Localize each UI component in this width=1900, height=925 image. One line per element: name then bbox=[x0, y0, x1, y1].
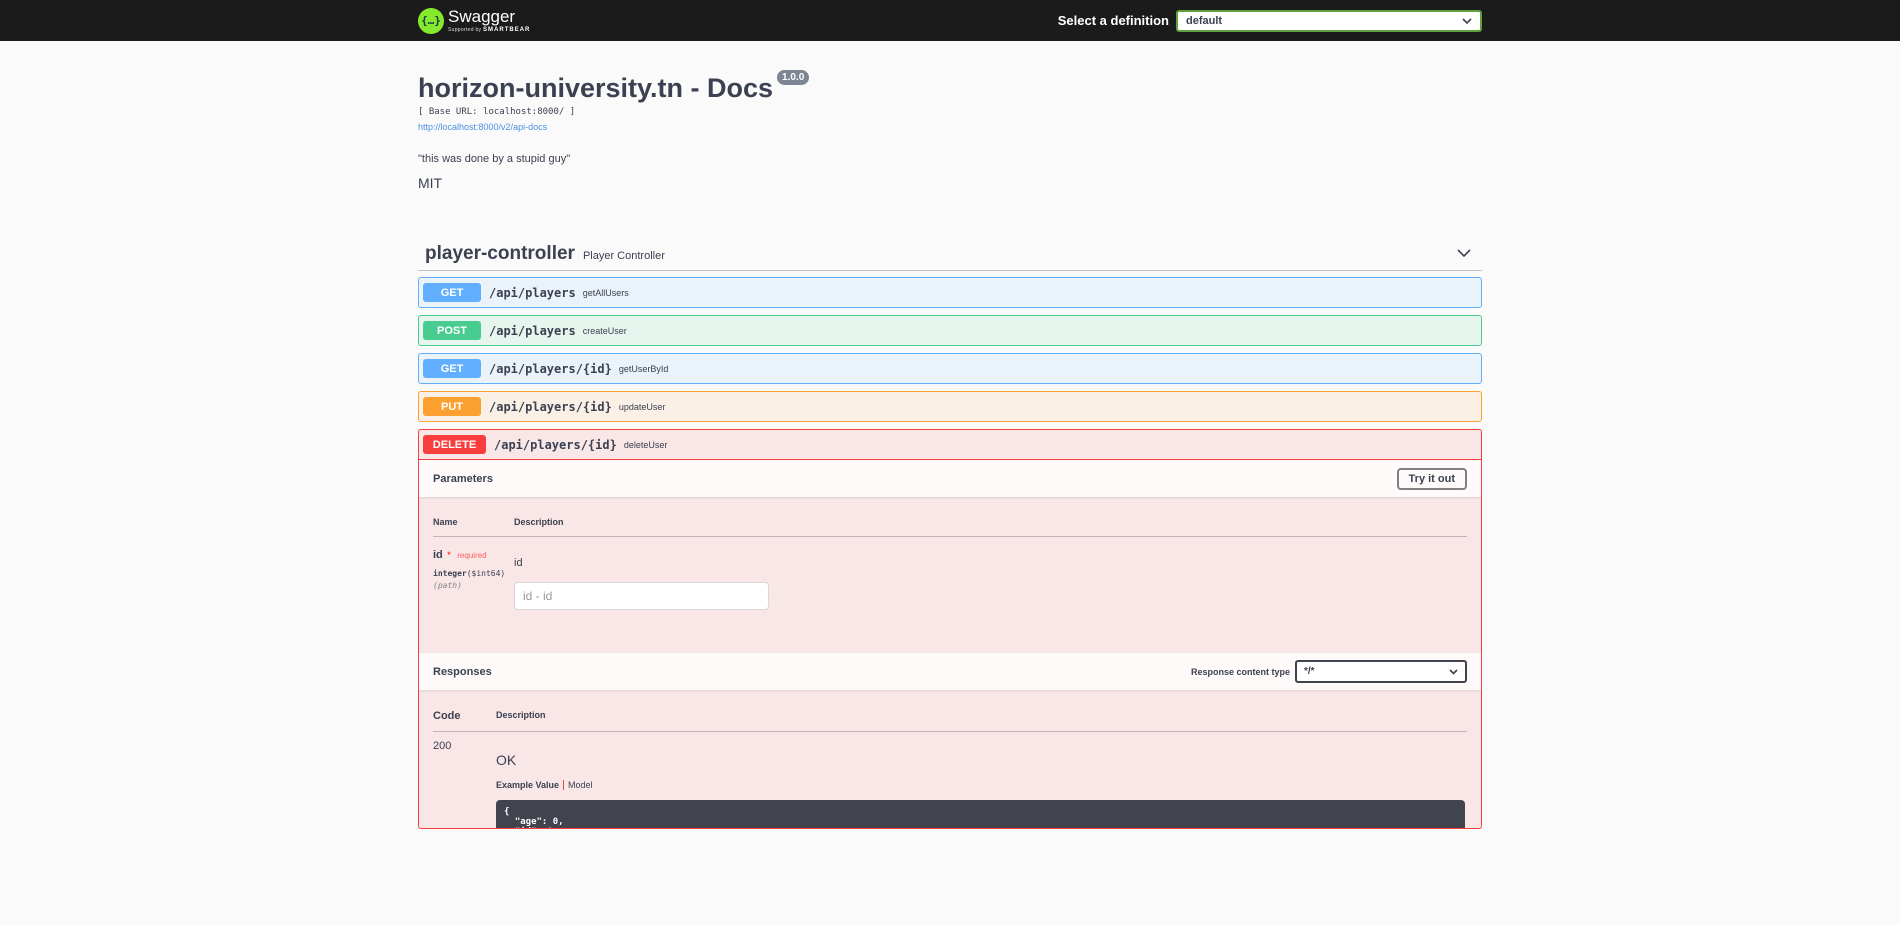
operation-put-player[interactable]: PUT /api/players/{id} updateUser bbox=[418, 391, 1482, 423]
parameters-table: Name Description id * required integer($… bbox=[419, 497, 1481, 653]
page-title: horizon-university.tn - Docs bbox=[418, 73, 774, 103]
operation-id: getAllUsers bbox=[582, 287, 629, 298]
definition-label: Select a definition bbox=[1057, 13, 1169, 28]
collapse-arrow-icon[interactable] bbox=[1457, 249, 1471, 258]
operation-path: /api/players bbox=[489, 285, 576, 300]
chevron-down-icon bbox=[1449, 668, 1458, 675]
responses-header: Responses Response content type */* bbox=[419, 653, 1481, 691]
tag-header-player-controller[interactable]: player-controller Player Controller bbox=[418, 237, 1482, 272]
method-badge: PUT bbox=[423, 397, 481, 417]
tag-description: Player Controller bbox=[582, 249, 665, 262]
operation-id: createUser bbox=[582, 325, 627, 336]
chevron-down-icon bbox=[1462, 17, 1472, 24]
method-badge: GET bbox=[423, 283, 481, 303]
logo-title: Swagger bbox=[448, 7, 516, 26]
logo-subtitle: Supported by SMARTBEAR bbox=[448, 27, 531, 33]
required-label: required bbox=[457, 551, 487, 561]
tab-example-value[interactable]: Example Value bbox=[496, 780, 559, 790]
content-type-select[interactable]: */* bbox=[1295, 660, 1467, 684]
operation-path: /api/players bbox=[489, 323, 576, 338]
example-json-block: { "age": 0, "id": 0, "name": "string" } bbox=[496, 800, 1465, 829]
try-it-out-button[interactable]: Try it out bbox=[1396, 467, 1467, 490]
responses-title: Responses bbox=[433, 665, 492, 678]
responses-table: Code Description 200 OK Example Value Mo… bbox=[419, 690, 1481, 829]
parameter-row: id * required integer($int64) (path) id bbox=[433, 545, 1467, 611]
base-url: [ Base URL: localhost:8000/ ] bbox=[418, 107, 576, 118]
column-header-description: Description bbox=[514, 517, 564, 528]
operation-id: deleteUser bbox=[623, 439, 668, 450]
param-format: ($int64) bbox=[466, 569, 506, 579]
operation-get-player-by-id[interactable]: GET /api/players/{id} getUserById bbox=[418, 353, 1482, 385]
api-info: horizon-university.tn - Docs 1.0.0 [ Bas… bbox=[418, 41, 1482, 191]
operation-path: /api/players/{id} bbox=[489, 361, 612, 376]
method-badge: GET bbox=[423, 359, 481, 379]
top-bar: {…} Swagger Supported by SMARTBEAR Selec… bbox=[0, 0, 1900, 41]
definition-select-value: default bbox=[1186, 14, 1223, 27]
param-in: (path) bbox=[433, 581, 462, 591]
operation-post-players[interactable]: POST /api/players createUser bbox=[418, 315, 1482, 347]
param-description: id bbox=[514, 557, 523, 570]
method-badge: DELETE bbox=[423, 435, 486, 455]
tab-divider bbox=[563, 780, 565, 791]
parameters-header: Parameters Try it out bbox=[419, 460, 1481, 498]
response-row: 200 OK Example Value Model { "age": 0, "… bbox=[433, 740, 1467, 829]
param-name: id bbox=[433, 549, 443, 562]
column-header-response-description: Description bbox=[496, 710, 546, 721]
version-badge: 1.0.0 bbox=[777, 70, 810, 85]
response-code: 200 bbox=[433, 740, 452, 753]
param-type: integer($int64) bbox=[433, 569, 506, 579]
column-header-name: Name bbox=[433, 517, 458, 528]
operation-get-players[interactable]: GET /api/players getAllUsers bbox=[418, 277, 1482, 309]
api-description: "this was done by a stupid guy" bbox=[418, 153, 571, 166]
response-description: OK bbox=[496, 752, 517, 769]
parameters-title: Parameters bbox=[433, 472, 493, 485]
swagger-logo[interactable]: {…} Swagger Supported by SMARTBEAR bbox=[418, 7, 531, 34]
required-star: * bbox=[447, 550, 451, 561]
tag-name: player-controller bbox=[425, 242, 575, 264]
operation-id: updateUser bbox=[618, 401, 666, 412]
swagger-logo-icon: {…} bbox=[418, 7, 444, 34]
api-docs-link[interactable]: http://localhost:8000/v2/api-docs bbox=[418, 122, 547, 132]
license-link[interactable]: MIT bbox=[418, 175, 1482, 191]
definition-select[interactable]: default bbox=[1176, 9, 1482, 32]
operation-delete-summary[interactable]: DELETE /api/players/{id} deleteUser bbox=[419, 430, 1481, 461]
id-input[interactable] bbox=[514, 582, 769, 611]
column-header-code: Code bbox=[433, 710, 461, 723]
operation-id: getUserById bbox=[618, 363, 669, 374]
content-type-value: */* bbox=[1304, 666, 1315, 678]
operation-delete-player: DELETE /api/players/{id} deleteUser Para… bbox=[418, 429, 1482, 830]
method-badge: POST bbox=[423, 321, 481, 341]
operation-path: /api/players/{id} bbox=[489, 399, 612, 414]
operation-path: /api/players/{id} bbox=[494, 437, 617, 452]
content-type-label: Response content type bbox=[1190, 666, 1290, 677]
tab-model[interactable]: Model bbox=[568, 780, 593, 790]
